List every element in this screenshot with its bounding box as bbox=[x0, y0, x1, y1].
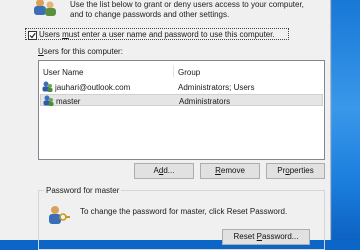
remove-label-rest: emove bbox=[220, 166, 245, 175]
users-list-label: Users for this computer: bbox=[38, 47, 123, 56]
intro-line-1: Use the list below to grant or deny user… bbox=[70, 0, 304, 9]
list-header: User Name Group bbox=[39, 61, 324, 77]
checkbox-label-accel: m bbox=[62, 30, 69, 39]
users-label-rest: sers for this computer: bbox=[43, 47, 123, 56]
row-group: Administrators; Users bbox=[178, 83, 255, 92]
row-username: master bbox=[56, 97, 81, 106]
intro-line-2: and to change passwords and other settin… bbox=[70, 10, 230, 19]
column-header-group[interactable]: Group bbox=[178, 68, 200, 77]
add-label-rest: d... bbox=[163, 166, 175, 175]
checkmark-icon bbox=[29, 32, 36, 39]
intro-text: Use the list below to grant or deny user… bbox=[70, 0, 320, 20]
require-password-checkbox[interactable] bbox=[28, 31, 37, 40]
reset-password-button[interactable]: Reset Password... bbox=[222, 229, 310, 245]
add-button[interactable]: Add... bbox=[134, 163, 194, 179]
checkbox-label-rest: ust enter a user name and password to us… bbox=[68, 30, 275, 39]
properties-button[interactable]: Properties bbox=[266, 163, 325, 179]
row-group: Administrators bbox=[179, 97, 231, 106]
users-icon bbox=[30, 0, 60, 18]
password-instructions: To change the password for master, click… bbox=[80, 207, 288, 216]
column-divider[interactable] bbox=[173, 65, 174, 77]
user-key-icon bbox=[48, 205, 70, 227]
column-header-username[interactable]: User Name bbox=[43, 68, 83, 77]
user-icon bbox=[42, 81, 53, 92]
checkbox-label-part: Users bbox=[39, 30, 63, 39]
user-accounts-dialog: Use the list below to grant or deny user… bbox=[0, 0, 331, 250]
users-listview[interactable]: User Name Group jauhari@outlook.com Admi… bbox=[38, 60, 325, 160]
properties-label-rest: perties bbox=[289, 166, 314, 175]
require-password-label: Users must enter a user name and passwor… bbox=[39, 30, 275, 39]
password-groupbox-title: Password for master bbox=[44, 186, 122, 195]
table-row-selected[interactable]: master Administrators bbox=[40, 94, 323, 106]
user-icon bbox=[43, 95, 54, 106]
row-username: jauhari@outlook.com bbox=[55, 83, 131, 92]
remove-button[interactable]: Remove bbox=[200, 163, 260, 179]
require-password-checkbox-row[interactable]: Users must enter a user name and passwor… bbox=[25, 28, 289, 40]
table-row[interactable]: jauhari@outlook.com Administrators; User… bbox=[40, 81, 323, 93]
